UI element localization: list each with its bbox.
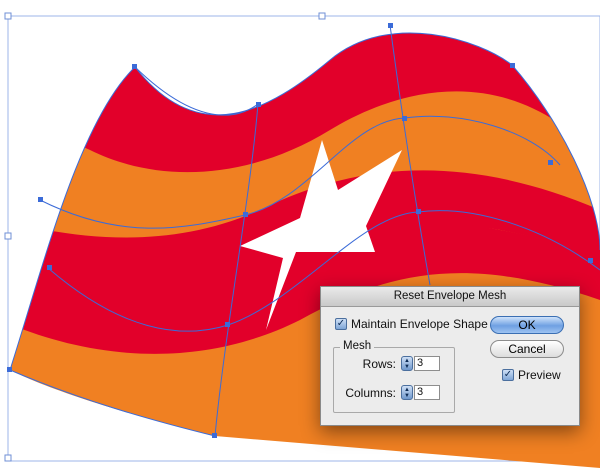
- handle-top-left[interactable]: [4, 12, 12, 20]
- stepper-down-icon[interactable]: ▼: [404, 393, 410, 399]
- checkmark-icon: ✓: [336, 318, 346, 329]
- maintain-envelope-shape-label: Maintain Envelope Shape: [351, 317, 488, 331]
- rows-stepper[interactable]: ▲ ▼: [401, 356, 413, 371]
- reset-envelope-mesh-dialog: Reset Envelope Mesh ✓ Maintain Envelope …: [320, 286, 580, 426]
- rows-label: Rows:: [362, 357, 396, 371]
- preview-option[interactable]: ✓ Preview: [502, 368, 561, 382]
- maintain-envelope-shape-option[interactable]: ✓ Maintain Envelope Shape: [335, 317, 488, 331]
- preview-checkbox[interactable]: ✓: [502, 369, 514, 381]
- handle-bottom-left[interactable]: [4, 454, 12, 462]
- preview-label: Preview: [518, 368, 561, 382]
- dialog-title[interactable]: Reset Envelope Mesh: [321, 287, 579, 307]
- stepper-down-icon[interactable]: ▼: [404, 364, 410, 370]
- cancel-button[interactable]: Cancel: [490, 340, 564, 358]
- columns-label: Columns:: [345, 386, 396, 400]
- columns-stepper[interactable]: ▲ ▼: [401, 385, 413, 400]
- maintain-envelope-shape-checkbox[interactable]: ✓: [335, 318, 347, 330]
- handle-top-middle[interactable]: [318, 12, 326, 20]
- rows-input[interactable]: 3: [414, 356, 440, 371]
- checkmark-icon: ✓: [503, 369, 513, 380]
- mesh-group-label: Mesh: [340, 340, 375, 352]
- handle-middle-left[interactable]: [4, 232, 12, 240]
- columns-input[interactable]: 3: [414, 385, 440, 400]
- ok-button[interactable]: OK: [490, 316, 564, 334]
- mesh-group: Mesh Rows: ▲ ▼ 3 Columns: ▲ ▼ 3: [333, 340, 455, 413]
